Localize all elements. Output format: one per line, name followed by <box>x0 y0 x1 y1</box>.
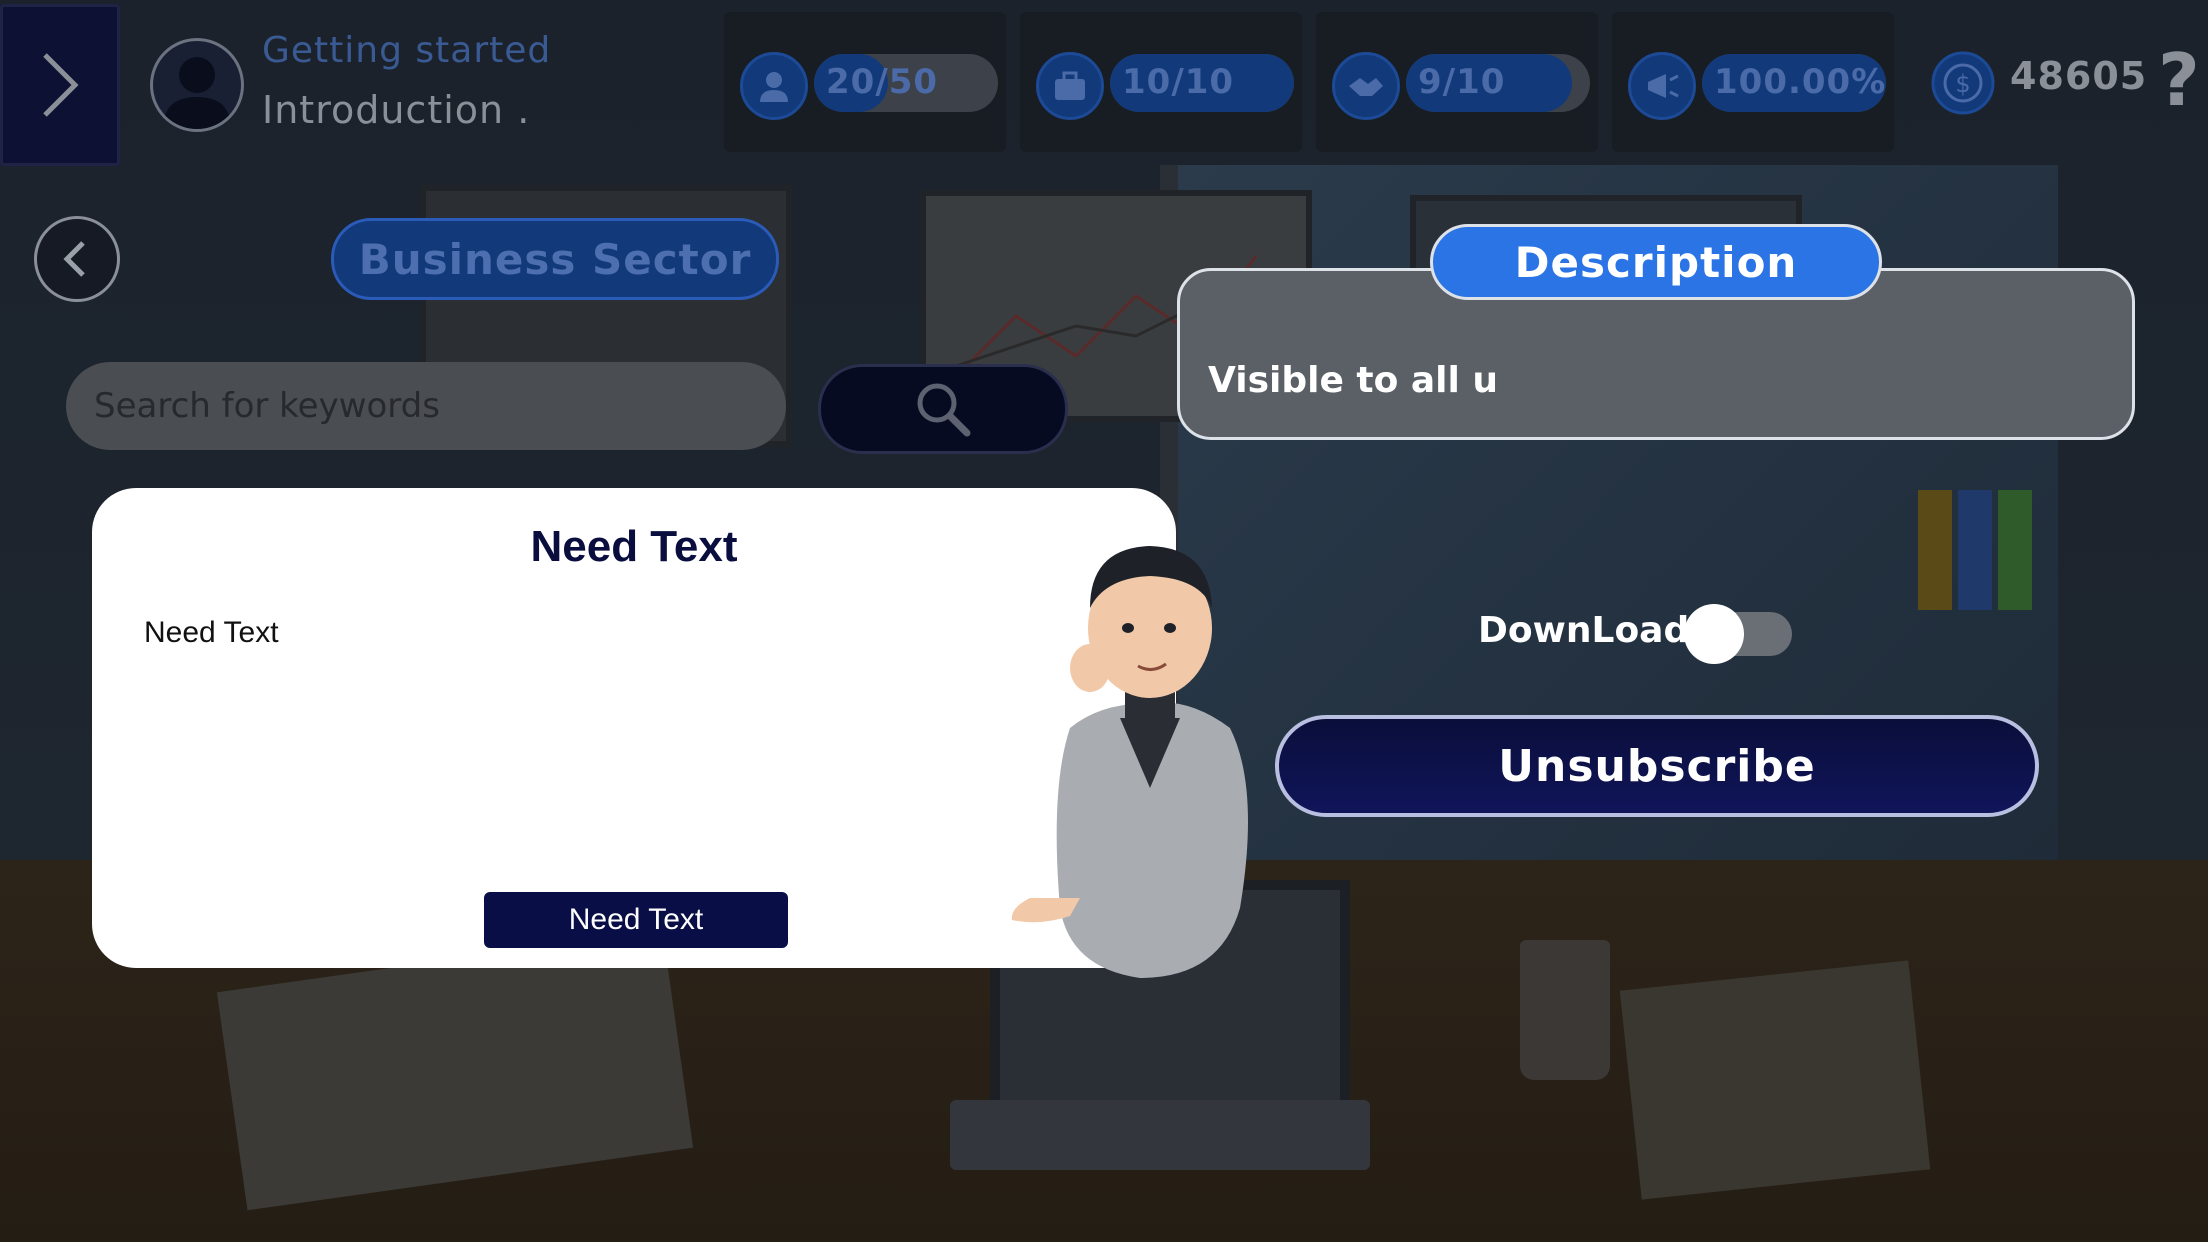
dialog-confirm-button[interactable]: Need Text <box>484 892 788 948</box>
description-text: Visible to all u <box>1208 360 1499 401</box>
coin-count: 48605 <box>2010 54 2148 98</box>
download-toggle[interactable] <box>1684 604 1792 664</box>
binder <box>1998 490 2032 610</box>
businessman-character <box>1011 546 1248 978</box>
stat-progress-bar: 10/10 <box>1110 54 1294 112</box>
help-icon[interactable]: ? <box>2158 38 2200 122</box>
stat-progress-bar: 20/50 <box>814 54 998 112</box>
dialog-body: Need Text <box>144 616 279 649</box>
side-menu-button[interactable] <box>0 4 120 166</box>
clipboard <box>1619 960 1931 1200</box>
svg-text:$: $ <box>1955 70 1970 98</box>
search-icon <box>917 383 971 437</box>
description-tab: Description <box>1430 224 1882 300</box>
binder <box>1958 490 1992 610</box>
download-label: DownLoad <box>1478 610 1690 651</box>
stat-progress-bar: 100.00% <box>1702 54 1886 112</box>
briefcase-icon[interactable] <box>1036 52 1104 120</box>
stat-value: 10/10 <box>1122 62 1235 102</box>
laptop-keyboard <box>950 1100 1370 1170</box>
level-subtitle: Introduction . <box>262 88 531 132</box>
employee-icon[interactable] <box>740 52 808 120</box>
stat-value: 100.00% <box>1714 62 1886 102</box>
unsubscribe-button[interactable]: Unsubscribe <box>1275 715 2039 817</box>
back-button[interactable] <box>34 216 120 302</box>
megaphone-icon[interactable] <box>1628 52 1696 120</box>
avatar[interactable] <box>150 38 244 132</box>
coffee-cup <box>1520 940 1610 1080</box>
chevron-left-icon <box>63 241 85 277</box>
stat-progress-bar: 9/10 <box>1406 54 1590 112</box>
search-button[interactable] <box>818 364 1068 454</box>
search-input[interactable] <box>66 362 786 450</box>
user-icon <box>163 57 231 129</box>
stat-value: 9/10 <box>1418 62 1506 102</box>
business-sector-button[interactable]: Business Sector <box>331 218 779 300</box>
coin-icon: $ <box>1931 51 1995 115</box>
toggle-knob <box>1684 604 1744 664</box>
level-title: Getting started <box>262 30 552 71</box>
chevron-right-icon <box>43 53 79 117</box>
handshake-icon[interactable] <box>1332 52 1400 120</box>
binder <box>1918 490 1952 610</box>
stat-value: 20/50 <box>826 62 939 102</box>
